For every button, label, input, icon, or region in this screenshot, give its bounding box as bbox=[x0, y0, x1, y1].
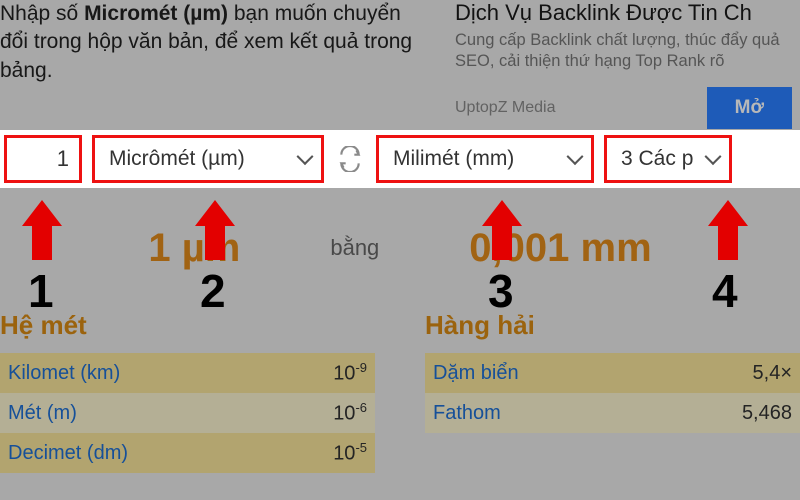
ad-card: Dịch Vụ Backlink Được Tin Ch Cung cấp Ba… bbox=[445, 0, 800, 120]
result-row: 1 µm bằng 0,001 mm bbox=[0, 218, 800, 278]
unit-link[interactable]: Kilomet (km) bbox=[8, 362, 120, 385]
chevron-down-icon bbox=[297, 148, 314, 165]
from-unit-label: Micrômét (µm) bbox=[109, 147, 245, 171]
result-equals-word: bằng bbox=[330, 235, 379, 261]
table-row: Dặm biển 5,4× bbox=[425, 353, 800, 393]
unit-value: 5,4× bbox=[753, 362, 792, 385]
precision-label: 3 Các p bbox=[621, 147, 693, 171]
annotation-number-3: 3 bbox=[488, 264, 514, 318]
annotation-number-2: 2 bbox=[200, 264, 226, 318]
chevron-down-icon bbox=[567, 148, 584, 165]
from-unit-select[interactable]: Micrômét (µm) bbox=[92, 135, 324, 183]
ad-description: Cung cấp Backlink chất lượng, thúc đẩy q… bbox=[455, 30, 792, 73]
top-region: Nhập số Micromét (µm) bạn muốn chuyển đổ… bbox=[0, 0, 800, 120]
ad-brand: UptopZ Media bbox=[455, 99, 556, 117]
unit-link[interactable]: Fathom bbox=[433, 402, 501, 425]
amount-input[interactable]: 1 bbox=[4, 135, 82, 183]
tables-row: Hệ mét Kilomet (km) 10-9 Mét (m) 10-6 De… bbox=[0, 310, 800, 473]
table-row: Decimet (dm) 10-5 bbox=[0, 433, 375, 473]
intro-text: Nhập số Micromét (µm) bạn muốn chuyển đổ… bbox=[0, 0, 445, 120]
to-unit-select[interactable]: Milimét (mm) bbox=[376, 135, 594, 183]
unit-value: 5,468 bbox=[742, 402, 792, 425]
unit-value: 10-6 bbox=[333, 400, 367, 426]
converter-bar: 1 Micrômét (µm) Milimét (mm) 3 Các p bbox=[0, 130, 800, 188]
intro-line2: đổi trong hộp văn bản, để xem kết quả tr… bbox=[0, 30, 412, 53]
intro-bold: Micromét (µm) bbox=[84, 2, 228, 25]
table-row: Fathom 5,468 bbox=[425, 393, 800, 433]
precision-select[interactable]: 3 Các p bbox=[604, 135, 732, 183]
ad-bottom-row: UptopZ Media Mở bbox=[455, 87, 792, 129]
intro-pre: Nhập số bbox=[0, 2, 84, 25]
unit-link[interactable]: Dặm biển bbox=[433, 362, 519, 385]
unit-value: 10-9 bbox=[333, 360, 367, 386]
annotation-arrow-4 bbox=[708, 200, 748, 260]
annotation-arrow-3 bbox=[482, 200, 522, 260]
annotation-arrow-1 bbox=[22, 200, 62, 260]
table-row: Kilomet (km) 10-9 bbox=[0, 353, 375, 393]
swap-icon bbox=[337, 146, 363, 172]
annotation-number-1: 1 bbox=[28, 264, 54, 318]
nautical-title: Hàng hải bbox=[425, 310, 800, 341]
intro-post1: bạn muốn chuyển bbox=[228, 2, 401, 25]
swap-button[interactable] bbox=[334, 143, 366, 175]
chevron-down-icon bbox=[705, 148, 722, 165]
annotation-number-4: 4 bbox=[712, 264, 738, 318]
unit-value: 10-5 bbox=[333, 440, 367, 466]
metric-column: Hệ mét Kilomet (km) 10-9 Mét (m) 10-6 De… bbox=[0, 310, 375, 473]
ad-title: Dịch Vụ Backlink Được Tin Ch bbox=[455, 0, 792, 26]
metric-title: Hệ mét bbox=[0, 310, 375, 341]
unit-link[interactable]: Decimet (dm) bbox=[8, 442, 128, 465]
unit-link[interactable]: Mét (m) bbox=[8, 402, 77, 425]
annotation-arrow-2 bbox=[195, 200, 235, 260]
to-unit-label: Milimét (mm) bbox=[393, 147, 514, 171]
intro-line3: bảng. bbox=[0, 59, 53, 82]
table-row: Mét (m) 10-6 bbox=[0, 393, 375, 433]
ad-open-button[interactable]: Mở bbox=[707, 87, 792, 129]
nautical-column: Hàng hải Dặm biển 5,4× Fathom 5,468 bbox=[425, 310, 800, 473]
